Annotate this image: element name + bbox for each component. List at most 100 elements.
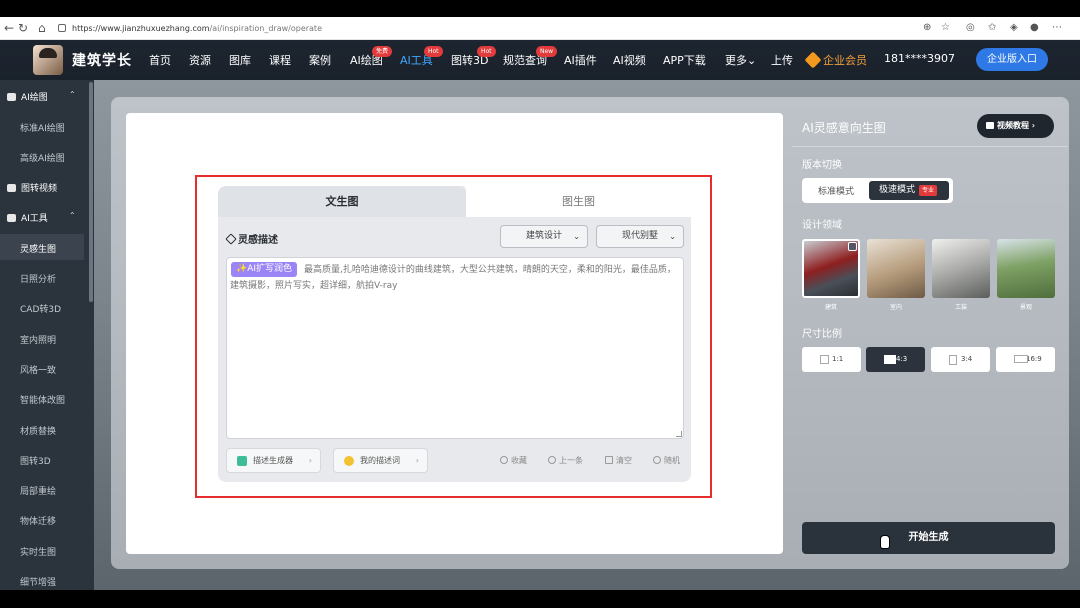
nav-ai-video[interactable]: AI视频: [613, 52, 646, 68]
ratio-16-9[interactable]: 16:9: [996, 347, 1055, 372]
chevron-up-icon: ⌃: [69, 211, 76, 220]
panel-title: AI灵感意向生图: [802, 121, 886, 135]
shield-icon[interactable]: ◈: [1010, 20, 1018, 36]
field-label-interior: 室内: [889, 304, 902, 311]
field-label-landscape: 景观: [1019, 304, 1032, 311]
sidebar-item-standard-ai-draw[interactable]: 标准AI绘图: [20, 121, 65, 134]
screen-letterbox-top: [0, 0, 1080, 17]
chevron-up-icon: ⌃: [69, 90, 76, 99]
nav-upload[interactable]: 上传: [771, 52, 793, 68]
favorites-icon[interactable]: ✩: [988, 20, 996, 36]
highlight-frame: [195, 175, 712, 498]
version-label: 版本切换: [802, 160, 842, 171]
menu-dots-icon[interactable]: ⋯: [1052, 20, 1062, 36]
field-label-architecture: 建筑: [824, 304, 837, 311]
screen-letterbox-bottom: [0, 590, 1080, 608]
panel-divider: [792, 146, 1068, 147]
nav-gallery[interactable]: 图库: [229, 52, 251, 68]
rect-icon: [884, 355, 896, 364]
url-path: /ai/inspiration_draw/operate: [209, 24, 322, 33]
sidebar-item-sun-analysis[interactable]: 日照分析: [20, 272, 56, 285]
ratio-label-text: 16:9: [1026, 355, 1042, 363]
portrait-icon: [949, 355, 957, 365]
field-label: 设计领域: [802, 220, 842, 231]
nav-courses[interactable]: 课程: [269, 52, 291, 68]
ratio-label-text: 4:3: [896, 355, 908, 363]
zoom-icon[interactable]: ⊕: [923, 20, 931, 36]
palette-icon: [7, 93, 16, 101]
video-icon: [986, 122, 994, 129]
sidebar-item-interior-light[interactable]: 室内照明: [20, 333, 56, 346]
ratio-label: 尺寸比例: [802, 329, 842, 340]
ratio-4-3[interactable]: 4:3: [866, 347, 925, 372]
chevron-down-icon: ⌄: [747, 54, 757, 67]
sidebar-section-img-to-video[interactable]: 图转视频: [7, 181, 57, 194]
pro-badge: 专业: [919, 185, 938, 196]
mouse-cursor-icon: [880, 535, 890, 549]
video-tutorial-button[interactable]: 视频教程 ›: [977, 114, 1054, 138]
back-icon[interactable]: ←: [4, 20, 14, 36]
nav-app-download[interactable]: APP下载: [663, 52, 706, 68]
sidebar-item-realtime[interactable]: 实时生图: [20, 545, 56, 558]
square-icon: [820, 355, 829, 364]
nav-ai-plugin[interactable]: AI插件: [564, 52, 597, 68]
ratio-label-text: 1:1: [832, 355, 844, 363]
user-phone[interactable]: 181****3907: [884, 52, 955, 65]
sidebar-item-agent-edit[interactable]: 智能体改图: [20, 393, 65, 406]
sidebar-section-ai-tools[interactable]: AI工具 ⌃: [7, 211, 76, 224]
nav-more[interactable]: 更多⌄: [725, 52, 756, 68]
sidebar-item-advanced-ai-draw[interactable]: 高级AI绘图: [20, 151, 65, 164]
sidebar-section-label: 图转视频: [21, 184, 58, 194]
generate-button-label: 开始生成: [908, 532, 949, 543]
sidebar-item-inspiration[interactable]: 灵感生图: [20, 242, 56, 255]
wide-icon: [1014, 355, 1028, 363]
sidebar-item-img-to-3d[interactable]: 图转3D: [20, 454, 51, 467]
badge-hot: Hot: [424, 46, 443, 57]
extension-icon[interactable]: ◎: [966, 20, 975, 36]
browser-toolbar: ← ↻ ⌂ https://www.jianzhuxuezhang.com/ai…: [0, 17, 1080, 40]
url-host: https://www.jianzhuxuezhang.com: [72, 24, 210, 33]
ratio-1-1[interactable]: 1:1: [802, 347, 861, 372]
nav-cases[interactable]: 案例: [309, 52, 331, 68]
sidebar-section-label: AI绘图: [21, 93, 48, 103]
enterprise-button-label: 企业版入口: [987, 54, 1037, 65]
profile-icon[interactable]: ●: [1030, 20, 1039, 36]
sidebar-section-ai-draw[interactable]: AI绘图 ⌃: [7, 90, 76, 103]
sidebar-section-label: AI工具: [21, 214, 48, 224]
field-label-workspace: 工装: [954, 304, 967, 311]
ratio-3-4[interactable]: 3:4: [931, 347, 990, 372]
reload-icon[interactable]: ↻: [18, 20, 28, 36]
badge-free: 免费: [372, 46, 393, 57]
mode-fast-label: 极速模式: [879, 185, 916, 195]
sidebar-item-inpaint[interactable]: 局部重绘: [20, 484, 56, 497]
sidebar-scrollbar[interactable]: [89, 82, 93, 302]
nav-more-label: 更多: [725, 54, 747, 67]
video-tutorial-label: 视频教程: [997, 121, 1029, 130]
generate-button[interactable]: 开始生成: [802, 522, 1055, 554]
sidebar-item-style-consistent[interactable]: 风格一致: [20, 363, 56, 376]
nav-home[interactable]: 首页: [149, 52, 171, 68]
check-icon: [848, 242, 857, 251]
mode-fast[interactable]: 极速模式 专业: [869, 181, 949, 200]
nav-resources[interactable]: 资源: [189, 52, 211, 68]
badge-hot-2: Hot: [477, 46, 496, 57]
video-icon: [7, 184, 16, 192]
logo-avatar[interactable]: [33, 45, 63, 75]
vip-link[interactable]: 企业会员: [823, 52, 867, 68]
lock-icon: [58, 24, 66, 32]
site-logo-text[interactable]: 建筑学长: [72, 50, 132, 70]
home-icon[interactable]: ⌂: [38, 20, 46, 36]
field-thumb-landscape[interactable]: [997, 239, 1055, 298]
mode-standard[interactable]: 标准模式: [818, 184, 854, 197]
enterprise-button[interactable]: 企业版入口: [976, 48, 1048, 71]
address-bar[interactable]: https://www.jianzhuxuezhang.com/ai/inspi…: [58, 20, 938, 37]
badge-new: New: [536, 46, 558, 57]
field-thumb-workspace[interactable]: [932, 239, 990, 298]
toolbox-icon: [7, 214, 16, 222]
sidebar-item-cad-to-3d[interactable]: CAD转3D: [20, 302, 61, 315]
sidebar-item-detail-enhance[interactable]: 细节增强: [20, 575, 56, 588]
field-thumb-interior[interactable]: [867, 239, 925, 298]
star-icon[interactable]: ☆: [941, 20, 950, 36]
sidebar-item-object-transfer[interactable]: 物体迁移: [20, 514, 56, 527]
sidebar-item-material-replace[interactable]: 材质替换: [20, 424, 56, 437]
